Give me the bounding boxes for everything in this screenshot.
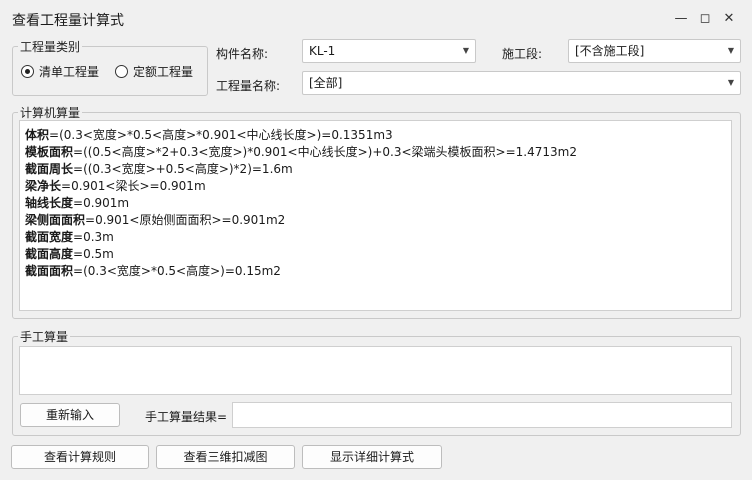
quantity-label: 工程量名称: [216, 79, 281, 93]
radio-bill-label[interactable]: 清单工程量 [39, 63, 99, 80]
calc-line: 截面宽度=0.3m [25, 229, 726, 246]
calc-line-name: 梁净长 [25, 179, 62, 193]
calc-line-expr: =0.901<梁长>=0.901m [61, 179, 206, 193]
machine-calc-text[interactable]: 体积=(0.3<宽度>*0.5<高度>*0.901<中心线长度>)=0.1351… [19, 120, 732, 311]
stage-label: 施工段: [502, 47, 543, 61]
calc-line: 截面高度=0.5m [25, 246, 726, 263]
manual-result-input[interactable] [232, 402, 732, 428]
calc-line-name: 截面高度 [25, 247, 74, 261]
stage-value: [不含施工段] [575, 44, 645, 58]
calc-line-expr: =0.901<原始侧面面积>=0.901m2 [85, 213, 286, 227]
calc-line-name: 模板面积 [25, 145, 74, 159]
calc-line-name: 截面宽度 [25, 230, 74, 244]
window-title: 查看工程量计算式 [12, 13, 124, 29]
manual-result-label: 手工算量结果= [145, 410, 228, 424]
minimize-icon[interactable]: — [670, 8, 692, 30]
calc-line: 模板面积=((0.5<高度>*2+0.3<宽度>)*0.901<中心线长度>)+… [25, 144, 726, 161]
calc-line-expr: =0.5m [73, 247, 114, 261]
stage-select[interactable]: [不含施工段] ▼ [568, 39, 741, 63]
calc-line-name: 截面周长 [25, 162, 74, 176]
calc-line-name: 截面面积 [25, 264, 74, 278]
component-select[interactable]: KL-1 ▼ [302, 39, 476, 63]
chevron-down-icon: ▼ [462, 46, 469, 55]
maximize-icon[interactable]: ◻ [694, 8, 716, 30]
calc-line-name: 轴线长度 [25, 196, 74, 210]
view-rules-button[interactable]: 查看计算规则 [11, 445, 149, 469]
calc-line: 梁侧面面积=0.901<原始侧面面积>=0.901m2 [25, 212, 726, 229]
machine-calc-legend: 计算机算量 [18, 104, 83, 121]
quantity-value: [全部] [309, 76, 343, 90]
calc-line: 梁净长=0.901<梁长>=0.901m [25, 178, 726, 195]
calc-line: 体积=(0.3<宽度>*0.5<高度>*0.901<中心线长度>)=0.1351… [25, 127, 726, 144]
reinput-button[interactable]: 重新输入 [20, 403, 120, 427]
component-label: 构件名称: [216, 47, 269, 61]
manual-calc-input[interactable] [19, 346, 732, 395]
calc-line-expr: =(0.3<宽度>*0.5<高度>*0.901<中心线长度>)=0.1351m3 [49, 128, 393, 142]
component-value: KL-1 [309, 44, 336, 58]
calc-line: 轴线长度=0.901m [25, 195, 726, 212]
view-3d-deduct-button[interactable]: 查看三维扣减图 [156, 445, 295, 469]
calc-line-expr: =(0.3<宽度>*0.5<高度>)=0.15m2 [73, 264, 281, 278]
calc-line: 截面周长=((0.3<宽度>+0.5<高度>)*2)=1.6m [25, 161, 726, 178]
show-detail-button[interactable]: 显示详细计算式 [302, 445, 442, 469]
chevron-down-icon: ▼ [727, 46, 734, 55]
chevron-down-icon: ▼ [727, 78, 734, 87]
calc-line-expr: =0.901m [73, 196, 130, 210]
calc-line: 截面面积=(0.3<宽度>*0.5<高度>)=0.15m2 [25, 263, 726, 280]
radio-quota-label[interactable]: 定额工程量 [133, 63, 193, 80]
quantity-select[interactable]: [全部] ▼ [302, 71, 741, 95]
radio-quota[interactable] [115, 65, 128, 78]
calc-line-name: 梁侧面面积 [25, 213, 86, 227]
calc-line-expr: =((0.5<高度>*2+0.3<宽度>)*0.901<中心线长度>)+0.3<… [73, 145, 577, 159]
close-icon[interactable]: ✕ [718, 8, 740, 30]
calc-line-name: 体积 [25, 128, 50, 142]
manual-calc-legend: 手工算量 [18, 328, 71, 345]
radio-bill[interactable] [21, 65, 34, 78]
calc-line-expr: =((0.3<宽度>+0.5<高度>)*2)=1.6m [73, 162, 293, 176]
calc-line-expr: =0.3m [73, 230, 114, 244]
category-legend: 工程量类别 [18, 38, 83, 55]
